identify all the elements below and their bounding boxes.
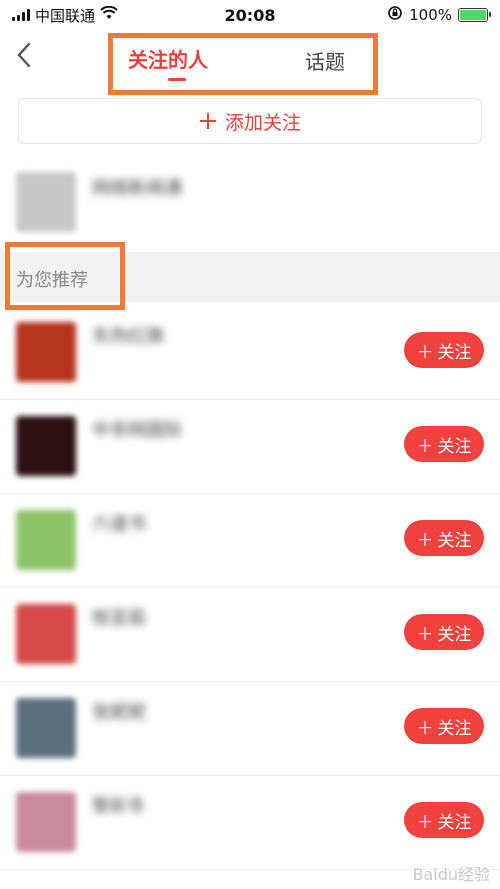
avatar bbox=[16, 698, 76, 758]
user-name: 枝芸茹 bbox=[92, 608, 146, 629]
recommend-item[interactable]: 黎彩冬 ＋关注 bbox=[0, 776, 500, 870]
plus-icon: ＋ bbox=[416, 812, 434, 833]
avatar bbox=[16, 604, 76, 664]
follow-button-label: 关注 bbox=[437, 436, 472, 457]
status-left: 中国联通 bbox=[12, 5, 118, 26]
avatar bbox=[16, 322, 76, 382]
follow-button[interactable]: ＋关注 bbox=[404, 708, 484, 744]
signal-icon bbox=[12, 9, 30, 21]
follow-button-label: 关注 bbox=[437, 624, 472, 645]
follow-button-label: 关注 bbox=[437, 812, 472, 833]
user-name: 张妮妮 bbox=[92, 702, 146, 723]
follow-button[interactable]: ＋关注 bbox=[404, 332, 484, 368]
add-follow-button[interactable]: 添加关注 bbox=[18, 98, 482, 144]
user-name: 中非网国际 bbox=[92, 420, 182, 441]
recommend-item[interactable]: 东热红旗 ＋关注 bbox=[0, 306, 500, 400]
plus-icon: ＋ bbox=[416, 530, 434, 551]
chevron-left-icon bbox=[17, 42, 31, 68]
recommend-item[interactable]: 枝芸茹 ＋关注 bbox=[0, 588, 500, 682]
followed-name: 网络新闻通 bbox=[92, 178, 182, 199]
user-name: 黎彩冬 bbox=[92, 796, 146, 817]
plus-icon: ＋ bbox=[416, 436, 434, 457]
carrier-label: 中国联通 bbox=[35, 6, 96, 25]
status-right: 100% bbox=[387, 5, 491, 25]
follow-button[interactable]: ＋关注 bbox=[404, 520, 484, 556]
tab-following[interactable]: 关注的人 bbox=[128, 44, 208, 73]
plus-icon bbox=[199, 113, 216, 129]
follow-button-label: 关注 bbox=[437, 530, 472, 551]
nav-bar: 关注的人 话题 bbox=[0, 30, 500, 95]
status-bar: 中国联通 20:08 100% bbox=[0, 0, 500, 30]
plus-icon: ＋ bbox=[416, 718, 434, 739]
avatar bbox=[16, 510, 76, 570]
battery-icon bbox=[458, 8, 491, 22]
plus-icon: ＋ bbox=[416, 342, 434, 363]
plus-icon: ＋ bbox=[416, 624, 434, 645]
battery-percent: 100% bbox=[409, 6, 452, 24]
active-tab-indicator bbox=[168, 78, 186, 81]
recommend-item[interactable]: 六道书 ＋关注 bbox=[0, 494, 500, 588]
orientation-lock-icon bbox=[387, 5, 403, 25]
avatar bbox=[16, 172, 76, 232]
user-name: 六道书 bbox=[92, 514, 146, 535]
section-title: 为您推荐 bbox=[16, 270, 88, 291]
add-follow-label: 添加关注 bbox=[224, 111, 301, 134]
avatar bbox=[16, 792, 76, 852]
follow-button-label: 关注 bbox=[437, 718, 472, 739]
recommend-item[interactable]: 中非网国际 ＋关注 bbox=[0, 400, 500, 494]
follow-button[interactable]: ＋关注 bbox=[404, 614, 484, 650]
followed-item[interactable]: 网络新闻通 bbox=[0, 160, 500, 252]
user-name: 东热红旗 bbox=[92, 326, 164, 347]
follow-button[interactable]: ＋关注 bbox=[404, 426, 484, 462]
tab-topics[interactable]: 话题 bbox=[305, 46, 345, 75]
follow-button-label: 关注 bbox=[437, 342, 472, 363]
avatar bbox=[16, 416, 76, 476]
wifi-icon bbox=[100, 5, 118, 24]
back-button[interactable] bbox=[14, 40, 44, 76]
recommend-item[interactable]: 张妮妮 ＋关注 bbox=[0, 682, 500, 776]
follow-button[interactable]: ＋关注 bbox=[404, 802, 484, 838]
watermark: Baidu经验 bbox=[412, 865, 490, 884]
